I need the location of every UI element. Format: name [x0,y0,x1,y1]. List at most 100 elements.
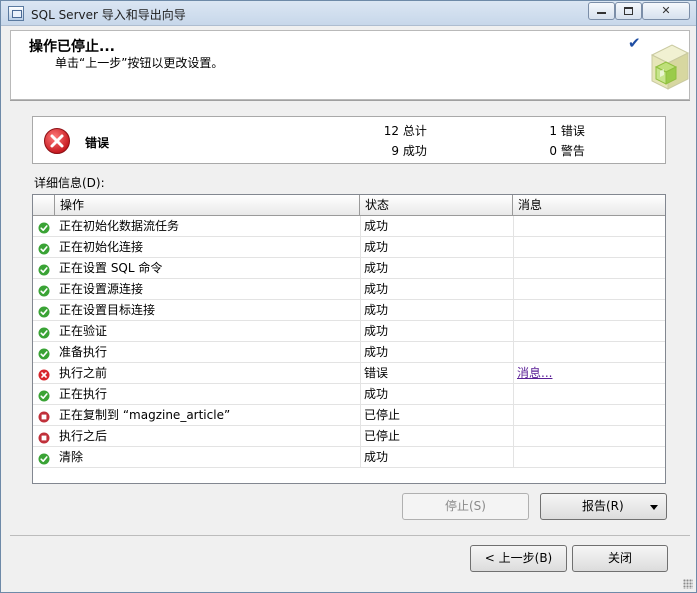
wizard-header: 操作已停止... 单击“上一步”按钮以更改设置。 ✔ [10,30,690,100]
row-status-icon-cell [33,384,55,404]
minimize-icon [597,12,606,14]
row-status: 成功 [364,324,389,338]
checkmark-icon: ✔ [628,34,641,52]
message-link[interactable]: 消息... [517,366,552,380]
row-action: 执行之后 [59,429,108,443]
row-action: 清除 [59,450,84,464]
total-count: 12 总计 [383,124,427,138]
row-message [517,279,662,299]
table-row[interactable]: 正在设置目标连接 成功 [33,300,665,321]
success-check-icon [38,325,50,341]
row-status: 成功 [364,282,389,296]
row-message [517,405,662,425]
window-title: SQL Server 导入和导出向导 [31,8,186,22]
row-status-icon-cell [33,258,55,278]
row-message: 消息... [517,363,662,383]
row-action: 准备执行 [59,345,108,359]
success-check-icon [38,241,50,257]
success-check-icon [38,220,50,236]
row-action: 正在设置源连接 [59,282,144,296]
success-count: 9 成功 [391,144,427,158]
column-header-icon [33,195,55,215]
table-row[interactable]: 执行之前 错误 消息... [33,363,665,384]
row-status-icon-cell [33,405,55,425]
table-row[interactable]: 正在复制到 “magzine_article” 已停止 [33,405,665,426]
table-row[interactable]: 正在执行 成功 [33,384,665,405]
row-status-icon-cell [33,237,55,257]
row-action: 正在设置 SQL 命令 [59,261,163,275]
row-status: 已停止 [364,408,401,422]
close-icon: ✕ [661,4,671,17]
minimize-button[interactable] [588,2,615,20]
close-window-button[interactable]: ✕ [642,2,690,20]
success-check-icon [38,346,50,362]
details-grid[interactable]: 操作 状态 消息 正在初始化数据流任务 成功 正在初始化连接 成功 正在设置 SQL 命… [32,194,666,484]
stop-button[interactable]: 停止(S) [402,493,529,520]
column-header-message[interactable]: 消息 [513,195,665,215]
row-action: 正在复制到 “magzine_article” [59,408,231,422]
header-divider [10,100,690,101]
warning-count: 0 警告 [549,144,585,158]
row-action: 正在初始化数据流任务 [59,219,180,233]
success-check-icon [38,388,50,404]
row-status: 成功 [364,345,389,359]
row-status: 成功 [364,387,389,401]
row-message [517,237,662,257]
row-action: 正在验证 [59,324,108,338]
footer-divider [10,535,690,536]
row-status-icon-cell [33,363,55,383]
summary-status: 错误 [85,136,110,150]
error-count: 1 错误 [549,124,585,138]
summary-panel: 错误 12 总计 9 成功 1 错误 0 警告 [32,116,666,164]
table-row[interactable]: 正在设置 SQL 命令 成功 [33,258,665,279]
row-status-icon-cell [33,279,55,299]
table-row[interactable]: 正在初始化数据流任务 成功 [33,216,665,237]
table-row[interactable]: 正在初始化连接 成功 [33,237,665,258]
table-row[interactable]: 准备执行 成功 [33,342,665,363]
page-title: 操作已停止... [29,39,115,55]
row-status-icon-cell [33,216,55,236]
back-button[interactable]: < 上一步(B) [470,545,567,572]
row-action: 正在设置目标连接 [59,303,156,317]
row-message [517,258,662,278]
row-action: 正在执行 [59,387,108,401]
table-row[interactable]: 正在设置源连接 成功 [33,279,665,300]
column-header-status[interactable]: 状态 [360,195,513,215]
stopped-icon [38,430,50,446]
app-icon [8,6,24,21]
stopped-icon [38,409,50,425]
row-message [517,426,662,446]
row-status: 成功 [364,450,389,464]
close-button[interactable]: 关闭 [572,545,668,572]
success-check-icon [38,262,50,278]
row-message [517,342,662,362]
report-button[interactable]: 报告(R) [540,493,667,520]
row-status: 成功 [364,240,389,254]
maximize-icon [624,7,633,15]
error-icon [44,128,70,154]
resize-grip-icon[interactable] [683,579,693,589]
row-status-icon-cell [33,321,55,341]
row-action: 正在初始化连接 [59,240,144,254]
row-status: 错误 [364,366,389,380]
wizard-graphic-icon [650,44,690,90]
wizard-window: SQL Server 导入和导出向导 ✕ 操作已停止... 单击“上一步”按钮以… [0,0,697,593]
column-header-action[interactable]: 操作 [55,195,360,215]
row-message [517,216,662,236]
row-message [517,384,662,404]
row-status: 已停止 [364,429,401,443]
success-check-icon [38,304,50,320]
row-status-icon-cell [33,426,55,446]
table-row[interactable]: 正在验证 成功 [33,321,665,342]
dropdown-arrow-icon [650,505,658,510]
row-message [517,321,662,341]
maximize-button[interactable] [615,2,642,20]
row-action: 执行之前 [59,366,108,380]
success-check-icon [38,283,50,299]
row-message [517,447,662,467]
row-status: 成功 [364,303,389,317]
page-subtitle: 单击“上一步”按钮以更改设置。 [55,56,224,70]
table-row[interactable]: 执行之后 已停止 [33,426,665,447]
table-row[interactable]: 清除 成功 [33,447,665,468]
row-status-icon-cell [33,300,55,320]
